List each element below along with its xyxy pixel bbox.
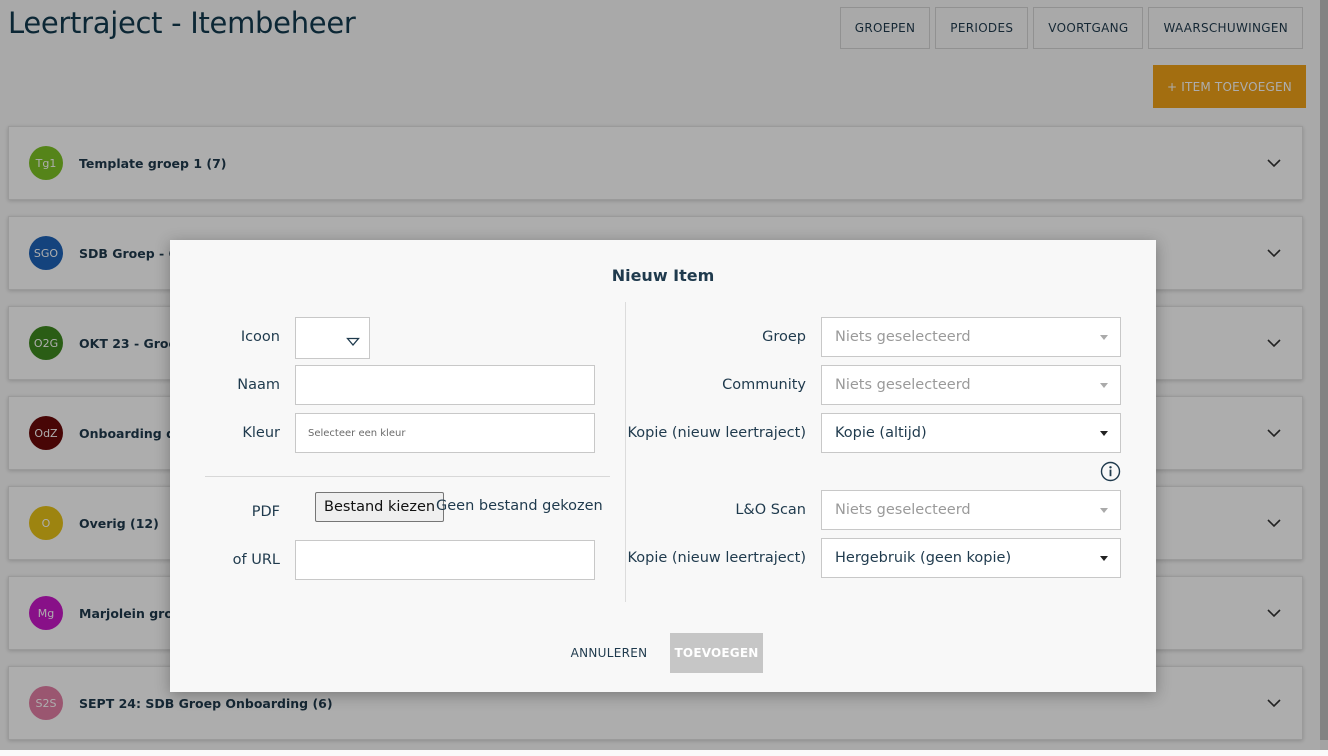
copy-label-2: Kopie (nieuw leertraject): [627, 550, 806, 566]
caret-down-icon: [1100, 383, 1108, 388]
caret-down-icon: [1100, 431, 1108, 436]
pdf-label: PDF: [251, 504, 280, 520]
icon-select[interactable]: [295, 317, 370, 359]
name-label: Naam: [237, 377, 280, 393]
section-divider: [205, 476, 610, 477]
copy-label-1: Kopie (nieuw leertraject): [627, 425, 806, 441]
community-label: Community: [722, 377, 806, 393]
lo-scan-label: L&O Scan: [735, 502, 806, 518]
community-select[interactable]: Niets geselecteerd: [821, 365, 1121, 405]
copy-select-2[interactable]: Hergebruik (geen kopie): [821, 538, 1121, 578]
caret-down-icon: [1100, 508, 1108, 513]
copy-select-2-value: Hergebruik (geen kopie): [835, 550, 1012, 566]
name-input[interactable]: [295, 365, 595, 405]
file-status-text: Geen bestand gekozen: [436, 498, 603, 514]
group-label: Groep: [762, 329, 806, 345]
copy-select-1[interactable]: Kopie (altijd): [821, 413, 1121, 453]
new-item-dialog: Nieuw Item Icoon Naam Kleur PDF Bestand …: [170, 240, 1156, 692]
icon-label: Icoon: [240, 329, 280, 345]
color-input[interactable]: [295, 413, 595, 453]
lo-scan-select-value: Niets geselecteerd: [835, 502, 971, 518]
copy-select-1-value: Kopie (altijd): [835, 425, 927, 441]
caret-down-icon: [346, 332, 360, 351]
group-select-value: Niets geselecteerd: [835, 329, 971, 345]
lo-scan-select[interactable]: Niets geselecteerd: [821, 490, 1121, 530]
url-input[interactable]: [295, 540, 595, 580]
caret-down-icon: [1100, 335, 1108, 340]
color-label: Kleur: [242, 425, 280, 441]
choose-file-button[interactable]: Bestand kiezen: [315, 492, 445, 522]
caret-down-icon: [1100, 556, 1108, 561]
url-label: of URL: [232, 552, 280, 568]
info-icon[interactable]: [1100, 461, 1121, 482]
dialog-title: Nieuw Item: [611, 266, 715, 285]
group-select[interactable]: Niets geselecteerd: [821, 317, 1121, 357]
add-button[interactable]: TOEVOEGEN: [670, 633, 763, 673]
cancel-button[interactable]: ANNULEREN: [563, 633, 655, 673]
community-select-value: Niets geselecteerd: [835, 377, 971, 393]
